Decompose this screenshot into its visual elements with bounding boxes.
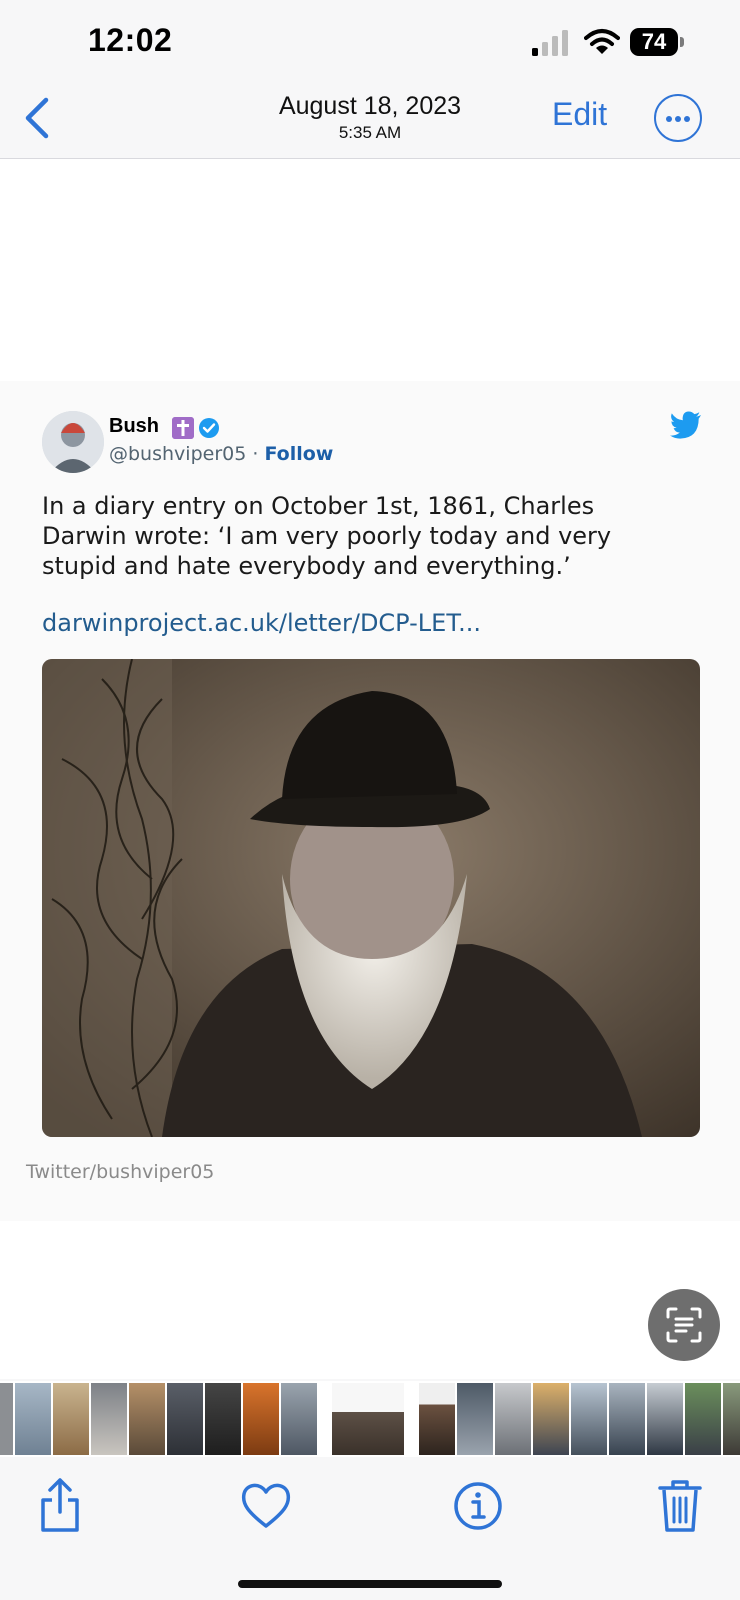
thumbnail[interactable] [243,1383,279,1455]
follow-link[interactable]: Follow [264,443,333,465]
tweet-handle: @bushviper05 [109,443,247,465]
home-indicator[interactable] [238,1580,502,1588]
heart-icon[interactable] [240,1476,292,1534]
thumbnail[interactable] [647,1383,683,1455]
darwin-portrait-photo [42,659,700,1137]
twitter-bird-icon [670,411,701,439]
thumbnail[interactable] [53,1383,89,1455]
back-chevron-icon[interactable] [18,92,58,144]
battery-level: 74 [630,28,678,56]
share-icon[interactable] [34,1476,86,1534]
status-bar: 12:02 74 [0,0,740,88]
live-text-icon[interactable] [648,1289,720,1361]
tweet-handle-line: @bushviper05 · Follow [109,443,333,465]
nav-bar: August 18, 2023 5:35 AM Edit [0,88,740,159]
photo-source: Twitter/bushviper05 [26,1161,215,1183]
more-icon[interactable] [654,94,702,142]
trash-icon[interactable] [654,1476,706,1534]
thumbnail[interactable] [723,1383,740,1455]
tweet-screenshot: Bush @bushviper05 · Follow In a diary en… [0,381,740,1361]
tweet-text: In a diary entry on October 1st, 1861, C… [42,492,612,580]
info-icon[interactable] [452,1476,504,1534]
thumbnail[interactable] [533,1383,569,1455]
photo-viewer[interactable]: Bush @bushviper05 · Follow In a diary en… [0,159,740,1379]
verified-icon [199,418,219,438]
thumbnail[interactable] [685,1383,721,1455]
wifi-icon [584,29,620,54]
thumbnail[interactable] [419,1383,455,1455]
bottom-toolbar [0,1458,740,1600]
thumbnail-strip[interactable] [0,1381,740,1457]
thumbnail[interactable] [129,1383,165,1455]
thumbnail[interactable] [0,1383,13,1455]
thumbnail-selected[interactable] [332,1383,404,1455]
separator: · [246,443,265,465]
avatar [42,411,104,473]
thumbnail[interactable] [609,1383,645,1455]
thumbnail[interactable] [91,1383,127,1455]
thumbnail[interactable] [167,1383,203,1455]
thumbnail[interactable] [281,1383,317,1455]
thumbnail[interactable] [205,1383,241,1455]
edit-button[interactable]: Edit [552,96,607,133]
thumbnail[interactable] [15,1383,51,1455]
status-time: 12:02 [88,22,173,58]
cross-icon [172,417,194,439]
photo-date: August 18, 2023 [278,92,462,120]
photo-date-title: August 18, 2023 5:35 AM [220,92,520,143]
tweet-link[interactable]: darwinproject.ac.uk/letter/DCP-LET... [42,609,481,637]
photo-time: 5:35 AM [338,123,402,142]
thumbnail[interactable] [495,1383,531,1455]
thumbnail[interactable] [457,1383,493,1455]
battery-icon: 74 [630,28,686,58]
thumbnail[interactable] [571,1383,607,1455]
cellular-signal-icon [532,30,568,56]
tweet-username: Bush [109,415,159,437]
